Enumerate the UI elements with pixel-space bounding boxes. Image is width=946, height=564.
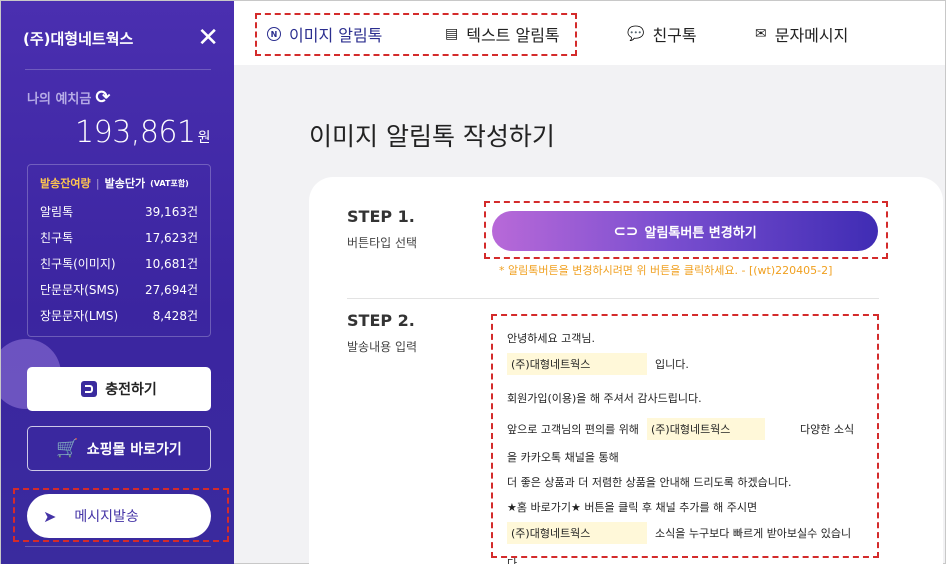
message-line: 앞으로 고객님의 편의를 위해 <box>507 423 639 436</box>
step2-title: STEP 2. <box>347 311 415 330</box>
send-message-label: 메시지발송 <box>74 509 139 525</box>
tab-label: 이미지 알림톡 <box>289 26 383 45</box>
vat-note: (VAT포함) <box>150 178 189 188</box>
charge-button-label: 충전하기 <box>105 382 157 398</box>
shop-button[interactable]: 🛒 쇼핑몰 바로가기 <box>27 426 211 471</box>
stat-value: 17,623건 <box>144 231 198 245</box>
message-line: 더 좋은 상품과 더 저렴한 상품을 안내해 드리도록 하겠습니다. <box>507 476 792 489</box>
variable-field[interactable]: (주)대형네트웍스 <box>507 353 647 375</box>
stat-row: 장문문자(LMS) 8,428건 <box>40 307 198 324</box>
step1-subtitle: 버튼타입 선택 <box>347 236 418 250</box>
step2-subtitle: 발송내용 입력 <box>347 340 418 354</box>
stat-label: 친구톡(이미지) <box>40 257 116 271</box>
sidebar-divider <box>25 546 211 547</box>
stat-label: 장문문자(LMS) <box>40 309 119 323</box>
tab-label: 친구톡 <box>652 26 697 45</box>
message-line: 회원가입(이용)을 해 주셔서 감사드립니다. <box>507 392 702 405</box>
compose-card: STEP 1. 버튼타입 선택 ⊂⊃ 알림톡버튼 변경하기 * 알림톡버튼을 변… <box>309 177 943 564</box>
send-stats-box: 발송잔여량 | 발송단가 (VAT포함) 알림톡 39,163건 친구톡 17,… <box>27 164 211 337</box>
charge-button[interactable]: 충전하기 <box>27 367 211 411</box>
tab-sms[interactable]: ✉ 문자메시지 <box>755 19 848 49</box>
send-message-button[interactable]: ➤ 메시지발송 <box>27 494 211 538</box>
stat-value: 8,428건 <box>152 309 198 323</box>
stat-row: 단문문자(SMS) 27,694건 <box>40 281 198 298</box>
stat-value: 10,681건 <box>144 257 198 271</box>
message-line: 안녕하세요 고객님. <box>507 332 595 345</box>
close-icon[interactable]: ✕ <box>197 25 219 51</box>
tab-text-alimtalk[interactable]: ▤ 텍스트 알림톡 <box>445 19 560 49</box>
shop-button-label: 쇼핑몰 바로가기 <box>86 441 182 458</box>
step1-title: STEP 1. <box>347 207 415 226</box>
deposit-label: 나의 예치금 ⟳ <box>27 87 110 108</box>
n-circle-icon: N <box>267 27 281 41</box>
message-line: 을 카카오톡 채널을 통해 <box>507 451 619 464</box>
cart-icon: 🛒 <box>56 438 79 459</box>
chat-bubble-icon: 💬 <box>627 26 645 42</box>
sidebar: (주)대형네트웍스 ✕ 나의 예치금 ⟳ 193,861 원 발송잔여량 | 발송… <box>1 1 234 564</box>
stat-row: 친구톡 17,623건 <box>40 229 198 246</box>
tab-unit-price[interactable]: 발송단가 <box>105 175 145 191</box>
tab-separator: | <box>95 176 100 190</box>
wallet-icon <box>81 381 98 397</box>
refresh-icon[interactable]: ⟳ <box>95 87 110 108</box>
deposit-amount-value: 193,861 <box>75 115 196 150</box>
change-button-type-button[interactable]: ⊂⊃ 알림톡버튼 변경하기 <box>492 211 878 251</box>
tab-remaining[interactable]: 발송잔여량 <box>40 175 91 191</box>
message-line: 입니다. <box>655 358 689 371</box>
company-name: (주)대형네트웍스 <box>23 29 134 48</box>
section-divider <box>347 298 879 299</box>
stat-value: 27,694건 <box>144 283 198 297</box>
message-editor[interactable]: 안녕하세요 고객님. (주)대형네트웍스 입니다. 회원가입(이용)을 해 주셔… <box>493 317 878 564</box>
stat-value: 39,163건 <box>144 205 198 219</box>
envelope-icon: ✉ <box>755 26 767 42</box>
stat-label: 단문문자(SMS) <box>40 283 120 297</box>
variable-field[interactable]: (주)대형네트웍스 <box>507 522 647 544</box>
page-title: 이미지 알림톡 작성하기 <box>309 122 555 151</box>
stat-label: 친구톡 <box>40 231 74 245</box>
sidebar-divider <box>25 69 211 70</box>
deposit-label-text: 나의 예치금 <box>27 92 92 107</box>
message-line: 소식을 누구보다 빠르게 받아보실수 있습니 <box>655 527 852 540</box>
message-line: ★홈 바로가기★ 버튼을 클릭 후 채널 추가를 해 주시면 <box>507 501 758 514</box>
tab-label: 텍스트 알림톡 <box>466 26 560 45</box>
stats-tabs: 발송잔여량 | 발송단가 (VAT포함) <box>40 175 198 191</box>
send-icon: ➤ <box>43 506 57 526</box>
stat-row: 친구톡(이미지) 10,681건 <box>40 255 198 272</box>
deposit-unit: 원 <box>197 130 211 146</box>
tab-label: 문자메시지 <box>774 26 849 45</box>
tab-friendtalk[interactable]: 💬 친구톡 <box>627 19 697 49</box>
message-line: 다. <box>507 557 521 564</box>
tab-image-alimtalk[interactable]: N 이미지 알림톡 <box>267 19 382 49</box>
message-square-icon: ▤ <box>445 26 459 42</box>
main-content: 이미지 알림톡 작성하기 STEP 1. 버튼타입 선택 ⊂⊃ 알림톡버튼 변경… <box>234 65 945 564</box>
deposit-amount: 193,861 원 <box>75 115 210 150</box>
link-icon: ⊂⊃ <box>613 222 639 240</box>
stat-row: 알림톡 39,163건 <box>40 203 198 220</box>
change-button-label: 알림톡버튼 변경하기 <box>644 225 757 241</box>
tab-bar: N 이미지 알림톡 ▤ 텍스트 알림톡 💬 친구톡 ✉ 문자메시지 <box>234 1 945 65</box>
stat-label: 알림톡 <box>40 205 74 219</box>
change-button-note: * 알림톡버튼을 변경하시려면 위 버튼을 클릭하세요. - [(wt)2204… <box>499 264 833 277</box>
variable-field[interactable]: (주)대형네트웍스 <box>647 418 765 440</box>
message-line: 다양한 소식 <box>800 423 855 436</box>
sidebar-header: (주)대형네트웍스 ✕ <box>23 23 219 53</box>
